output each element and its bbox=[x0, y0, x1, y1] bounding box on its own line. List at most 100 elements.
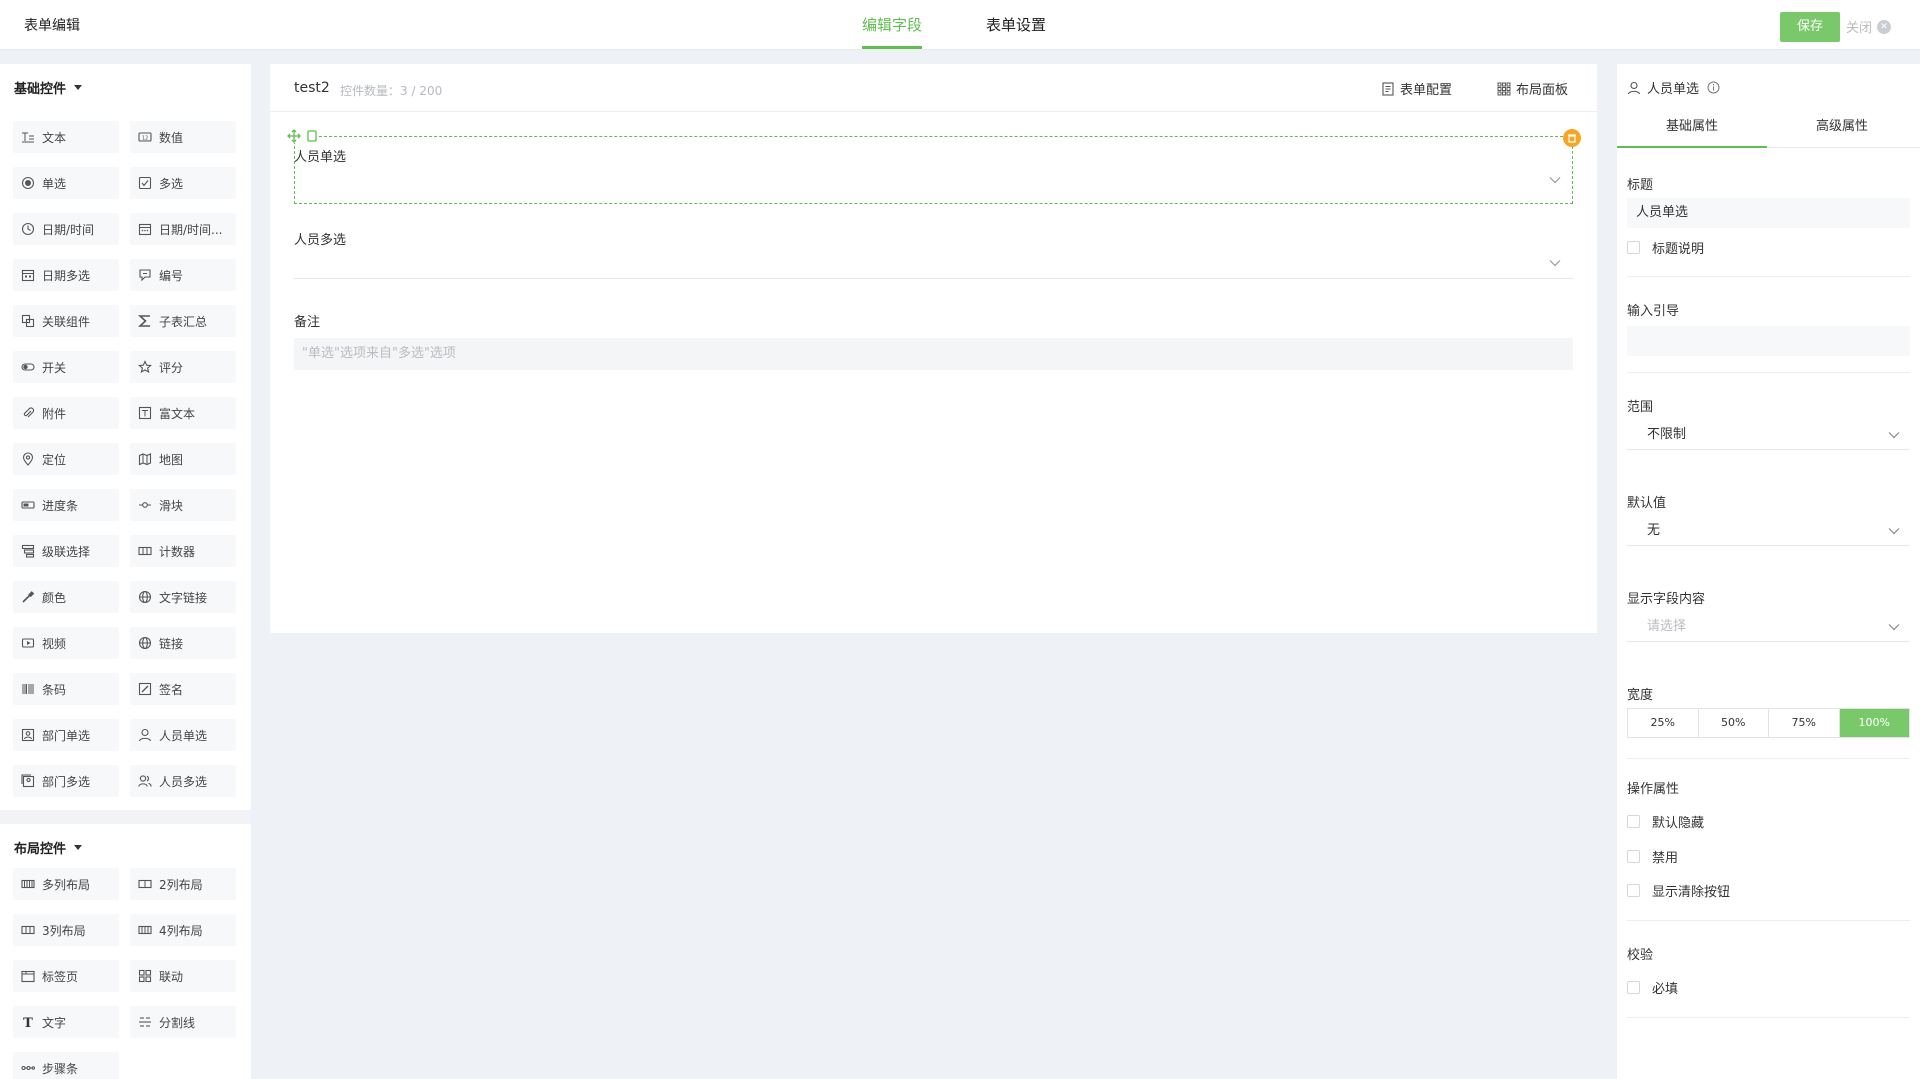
display-field-select[interactable]: 请选择 bbox=[1627, 612, 1910, 642]
close-button[interactable]: 关闭 ✕ bbox=[1846, 17, 1892, 36]
tab-advanced-properties[interactable]: 高级属性 bbox=[1767, 108, 1917, 147]
tab-form-settings[interactable]: 表单设置 bbox=[986, 0, 1046, 50]
person-single-select[interactable] bbox=[294, 166, 1573, 196]
text-t-icon: T bbox=[23, 1016, 33, 1029]
control-item-four-column-3[interactable]: 4列布局 bbox=[130, 914, 236, 946]
chevron-down-icon bbox=[1549, 177, 1561, 184]
control-item-counter-19[interactable]: 计数器 bbox=[130, 535, 236, 567]
layout-panel-button[interactable]: 布局面板 bbox=[1497, 79, 1568, 98]
control-item-text-t-6[interactable]: T 文字 bbox=[13, 1006, 119, 1038]
ops-prop-label: 操作属性 bbox=[1627, 782, 1680, 797]
control-item-divider-7[interactable]: 分割线 bbox=[130, 1006, 236, 1038]
divider bbox=[1627, 1017, 1910, 1018]
control-item-location-14[interactable]: 定位 bbox=[13, 443, 119, 475]
control-item-steps-8[interactable]: 步骤条 bbox=[13, 1052, 119, 1079]
control-item-calendar-6[interactable]: 日期多选 bbox=[13, 259, 119, 291]
tab-basic-properties[interactable]: 基础属性 bbox=[1617, 108, 1767, 148]
tabs-icon bbox=[21, 970, 35, 983]
copy-icon[interactable] bbox=[305, 129, 319, 143]
control-item-checkbox-3[interactable]: 多选 bbox=[130, 167, 236, 199]
control-item-rich-text-13[interactable]: 富文本 bbox=[130, 397, 236, 429]
globe-icon bbox=[138, 590, 152, 604]
control-item-paperclip-12[interactable]: 附件 bbox=[13, 397, 119, 429]
control-item-two-column-1[interactable]: 2列布局 bbox=[130, 868, 236, 900]
trash-icon bbox=[1568, 134, 1576, 143]
control-item-globe-21[interactable]: 文字链接 bbox=[130, 581, 236, 613]
chevron-down-icon bbox=[1888, 432, 1900, 439]
control-item-link-component-8[interactable]: 关联组件 bbox=[13, 305, 119, 337]
control-item-label: 计数器 bbox=[159, 544, 196, 559]
control-item-multi-column-0[interactable]: 多列布局 bbox=[13, 868, 119, 900]
control-item-user-27[interactable]: 人员单选 bbox=[130, 719, 236, 751]
departments-icon bbox=[21, 774, 35, 788]
basic-controls-header[interactable]: 基础控件 bbox=[14, 78, 83, 97]
width-option-25[interactable]: 25% bbox=[1628, 709, 1699, 737]
move-icon[interactable] bbox=[287, 129, 301, 143]
required-checkbox[interactable]: 必填 bbox=[1627, 978, 1678, 997]
width-option-75[interactable]: 75% bbox=[1769, 709, 1840, 737]
control-item-video-22[interactable]: 视频 bbox=[13, 627, 119, 659]
validation-prop-label: 校验 bbox=[1627, 948, 1654, 963]
control-item-sigma-9[interactable]: 子表汇总 bbox=[130, 305, 236, 337]
control-item-globe-23[interactable]: 链接 bbox=[130, 627, 236, 659]
three-column-icon bbox=[21, 925, 35, 935]
control-item-signature-25[interactable]: 签名 bbox=[130, 673, 236, 705]
range-select[interactable]: 不限制 bbox=[1627, 420, 1910, 450]
control-item-text-0[interactable]: 文本 bbox=[13, 121, 119, 153]
control-item-three-column-2[interactable]: 3列布局 bbox=[13, 914, 119, 946]
field-person-single: 人员单选 bbox=[294, 146, 1573, 201]
control-item-number-1[interactable]: 12 数值 bbox=[130, 121, 236, 153]
eyedropper-icon bbox=[22, 591, 35, 603]
title-input[interactable]: 人员单选 bbox=[1627, 198, 1910, 228]
form-config-button[interactable]: 表单配置 bbox=[1382, 79, 1452, 98]
show-clear-button-checkbox[interactable]: 显示清除按钮 bbox=[1627, 881, 1730, 900]
control-item-label: 评分 bbox=[159, 360, 184, 375]
slider-icon bbox=[139, 502, 151, 508]
control-item-label: 人员单选 bbox=[159, 728, 208, 743]
control-item-label: 链接 bbox=[159, 636, 184, 651]
control-item-toggle-10[interactable]: 开关 bbox=[13, 351, 119, 383]
control-item-label: 2列布局 bbox=[159, 877, 203, 892]
guide-input[interactable] bbox=[1627, 326, 1910, 356]
control-item-clock-4[interactable]: 日期/时间 bbox=[13, 213, 119, 245]
control-item-department-26[interactable]: 部门单选 bbox=[13, 719, 119, 751]
remark-input[interactable]: "单选"选项来自"多选"选项 bbox=[294, 338, 1573, 370]
info-icon[interactable] bbox=[1707, 81, 1720, 94]
control-item-eyedropper-20[interactable]: 颜色 bbox=[13, 581, 119, 613]
disabled-checkbox[interactable]: 禁用 bbox=[1627, 847, 1678, 866]
control-item-barcode-24[interactable]: 条码 bbox=[13, 673, 119, 705]
delete-field-button[interactable] bbox=[1563, 129, 1581, 147]
default-value-select[interactable]: 无 bbox=[1627, 516, 1910, 546]
svg-text:T: T bbox=[23, 1016, 33, 1029]
top-bar: 表单编辑 编辑字段 表单设置 保存 关闭 ✕ bbox=[0, 0, 1920, 50]
person-multi-select[interactable] bbox=[294, 249, 1573, 279]
control-item-serial-7[interactable]: 编号 bbox=[130, 259, 236, 291]
top-tabs: 编辑字段 表单设置 bbox=[862, 0, 1110, 50]
control-item-cascade-18[interactable]: 级联选择 bbox=[13, 535, 119, 567]
control-item-users-29[interactable]: 人员多选 bbox=[130, 765, 236, 797]
counter-icon bbox=[138, 546, 152, 556]
control-item-slider-17[interactable]: 滑块 bbox=[130, 489, 236, 521]
control-item-tabs-4[interactable]: 标签页 bbox=[13, 960, 119, 992]
control-item-star-11[interactable]: 评分 bbox=[130, 351, 236, 383]
width-option-50[interactable]: 50% bbox=[1699, 709, 1769, 737]
layout-controls-header[interactable]: 布局控件 bbox=[14, 838, 83, 857]
control-item-map-15[interactable]: 地图 bbox=[130, 443, 236, 475]
control-item-calendar-range-5[interactable]: 日期/时间... bbox=[130, 213, 236, 245]
save-button[interactable]: 保存 bbox=[1780, 12, 1840, 42]
control-item-radio-2[interactable]: 单选 bbox=[13, 167, 119, 199]
checkbox-label: 必填 bbox=[1652, 982, 1679, 997]
layout-panel-label: 布局面板 bbox=[1516, 83, 1569, 98]
control-item-progress-16[interactable]: 进度条 bbox=[13, 489, 119, 521]
display-placeholder: 请选择 bbox=[1647, 619, 1687, 634]
control-item-label: 部门单选 bbox=[42, 728, 91, 743]
tab-edit-fields[interactable]: 编辑字段 bbox=[862, 0, 923, 50]
title-prop-label: 标题 bbox=[1627, 178, 1654, 193]
title-description-checkbox[interactable]: 标题说明 bbox=[1627, 238, 1704, 257]
width-prop-label: 宽度 bbox=[1627, 688, 1654, 703]
control-item-linkage-5[interactable]: 联动 bbox=[130, 960, 236, 992]
default-hidden-checkbox[interactable]: 默认隐藏 bbox=[1627, 812, 1704, 831]
form-canvas: test2 控件数量：3 / 200 表单配置 布局面板 人员单选 人员多选 备… bbox=[270, 64, 1597, 633]
width-option-100[interactable]: 100% bbox=[1839, 709, 1909, 737]
control-item-departments-28[interactable]: 部门多选 bbox=[13, 765, 119, 797]
